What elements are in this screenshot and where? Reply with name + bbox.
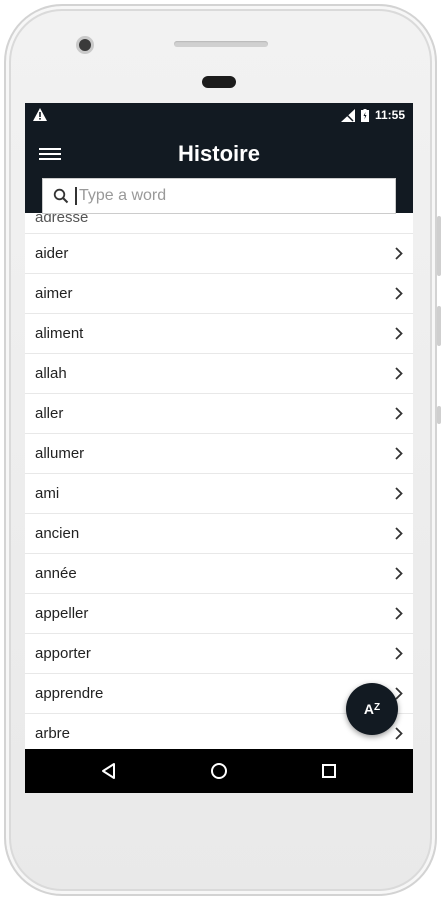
- word-list: adresse aider aimer aliment allah aller …: [25, 213, 413, 754]
- speaker-grille: [174, 41, 268, 47]
- list-item[interactable]: aimer: [25, 274, 413, 314]
- front-camera: [76, 36, 94, 54]
- list-item[interactable]: ami: [25, 474, 413, 514]
- list-item-label: arbre: [35, 725, 71, 742]
- list-item-label: ancien: [35, 525, 80, 542]
- chevron-right-icon: [395, 367, 403, 380]
- power-button: [437, 306, 441, 346]
- sort-az-icon: AZ: [363, 701, 381, 717]
- back-triangle-icon[interactable]: [99, 761, 119, 781]
- list-item-label: ami: [35, 485, 60, 502]
- system-nav-bar: [25, 749, 413, 793]
- earpiece-slot: [202, 76, 236, 88]
- chevron-right-icon: [395, 327, 403, 340]
- list-item[interactable]: année: [25, 554, 413, 594]
- chevron-right-icon: [395, 607, 403, 620]
- list-item-label: apprendre: [35, 685, 104, 702]
- search-icon[interactable]: [53, 188, 69, 204]
- volume-button: [437, 216, 441, 276]
- list-item-label: aller: [35, 405, 64, 422]
- list-item[interactable]: allumer: [25, 434, 413, 474]
- status-bar: 11:55: [25, 103, 413, 127]
- list-item-label: apporter: [35, 645, 91, 662]
- list-item-label: aimer: [35, 285, 73, 302]
- list-item[interactable]: apporter: [25, 634, 413, 674]
- side-button: [437, 406, 441, 424]
- signal-icon: [340, 108, 355, 122]
- chevron-right-icon: [395, 687, 403, 700]
- chevron-right-icon: [395, 407, 403, 420]
- list-item-label: allumer: [35, 445, 85, 462]
- list-item[interactable]: appeller: [25, 594, 413, 634]
- list-item[interactable]: ancien: [25, 514, 413, 554]
- list-item[interactable]: aller: [25, 394, 413, 434]
- page-title: Histoire: [178, 141, 260, 166]
- list-item-label: année: [35, 565, 77, 582]
- list-item[interactable]: aliment: [25, 314, 413, 354]
- chevron-right-icon: [395, 247, 403, 260]
- sort-az-button[interactable]: AZ: [346, 683, 398, 735]
- list-item[interactable]: aider: [25, 234, 413, 274]
- list-item-label: aliment: [35, 325, 84, 342]
- list-item-label: aider: [35, 245, 69, 262]
- list-item[interactable]: allah: [25, 354, 413, 394]
- chevron-right-icon: [395, 647, 403, 660]
- list-item-label: allah: [35, 365, 67, 382]
- recents-square-icon[interactable]: [319, 761, 339, 781]
- chevron-right-icon: [395, 287, 403, 300]
- chevron-right-icon: [395, 487, 403, 500]
- search-input[interactable]: [75, 187, 369, 205]
- warning-icon: [33, 108, 47, 121]
- screen: 11:55 Histoire adresse aider aimer alime…: [25, 103, 413, 793]
- chevron-right-icon: [395, 727, 403, 740]
- chevron-right-icon: [395, 447, 403, 460]
- list-item-partial[interactable]: adresse: [25, 213, 413, 234]
- status-time: 11:55: [374, 108, 405, 122]
- chevron-right-icon: [395, 527, 403, 540]
- list-item-label: adresse: [35, 213, 89, 226]
- search-bar: [42, 178, 396, 214]
- chevron-right-icon: [395, 567, 403, 580]
- list-item-label: appeller: [35, 605, 89, 622]
- battery-icon: [360, 108, 369, 122]
- home-circle-icon[interactable]: [209, 761, 229, 781]
